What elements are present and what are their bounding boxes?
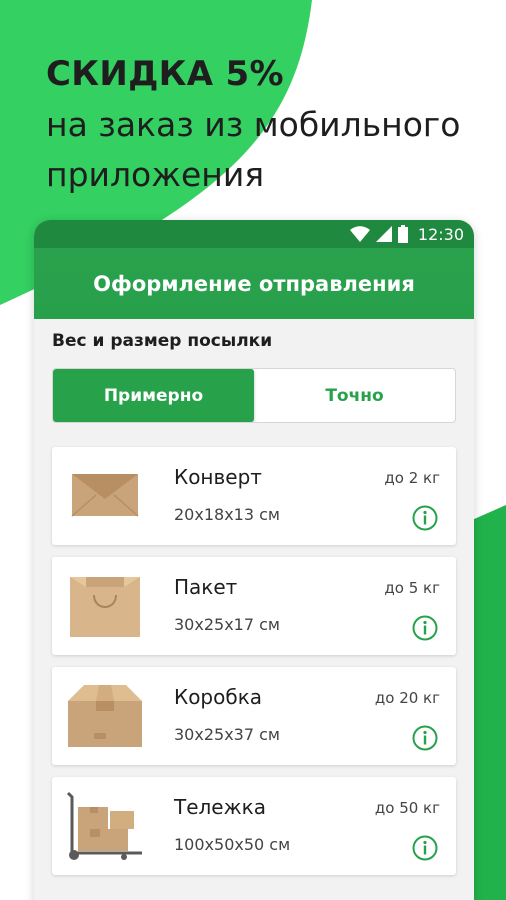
box-icon [64, 681, 146, 751]
info-icon[interactable] [412, 835, 438, 861]
info-icon[interactable] [412, 505, 438, 531]
exact-tab[interactable]: Точно [254, 369, 455, 422]
parcel-size: 30x25x17 см [174, 615, 280, 634]
battery-icon [397, 225, 408, 243]
promo-subtitle: на заказ из мобильного приложения [46, 100, 460, 200]
info-icon[interactable] [412, 725, 438, 751]
envelope-icon [64, 461, 146, 531]
phone-screen: 12:30 Оформление отправления Вес и разме… [34, 220, 474, 900]
cart-icon [64, 791, 146, 861]
app-bar: Оформление отправления [34, 248, 474, 319]
promo-block: СКИДКА 5% на заказ из мобильного приложе… [46, 52, 460, 200]
parcel-size: 30x25x37 см [174, 725, 280, 744]
status-time: 12:30 [417, 224, 464, 244]
parcel-card-envelope[interactable]: Конверт 20x18x13 см до 2 кг [52, 447, 456, 545]
parcel-weight: до 5 кг [384, 579, 440, 597]
promo-subtitle-line1: на заказ из мобильного [46, 105, 461, 144]
parcel-card-box[interactable]: Коробка 30x25x37 см до 20 кг [52, 667, 456, 765]
info-icon[interactable] [412, 615, 438, 641]
status-bar: 12:30 [34, 220, 474, 248]
parcel-weight: до 20 кг [374, 689, 440, 707]
promo-subtitle-line2: приложения [46, 155, 265, 194]
parcel-name: Пакет [174, 575, 238, 599]
signal-icon [375, 226, 392, 242]
parcel-name: Конверт [174, 465, 262, 489]
section-label: Вес и размер посылки [52, 331, 273, 351]
parcel-card-cart[interactable]: Тележка 100x50x50 см до 50 кг [52, 777, 456, 875]
parcel-weight: до 50 кг [374, 799, 440, 817]
approx-tab[interactable]: Примерно [53, 369, 254, 422]
parcel-name: Тележка [174, 795, 266, 819]
bag-icon [64, 571, 146, 641]
parcel-name: Коробка [174, 685, 263, 709]
size-mode-toggle: Примерно Точно [52, 368, 456, 423]
promo-title: СКИДКА 5% [46, 54, 284, 94]
wifi-icon [349, 226, 370, 242]
parcel-size: 100x50x50 см [174, 835, 291, 854]
parcel-card-bag[interactable]: Пакет 30x25x17 см до 5 кг [52, 557, 456, 655]
parcel-size: 20x18x13 см [174, 505, 280, 524]
parcel-weight: до 2 кг [384, 469, 440, 487]
screen-title: Оформление отправления [93, 271, 415, 296]
